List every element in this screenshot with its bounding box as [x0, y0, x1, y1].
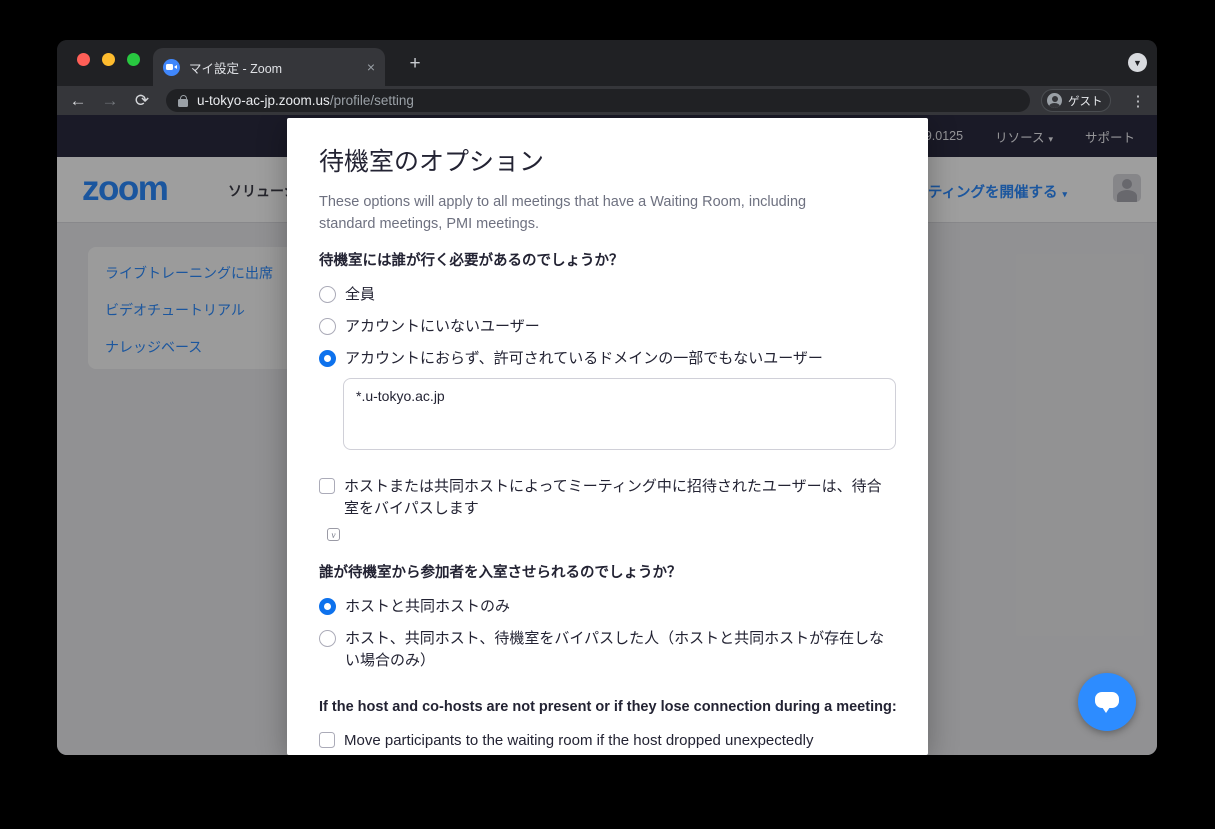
close-window-button[interactable] [77, 53, 90, 66]
browser-tab[interactable]: マイ設定 - Zoom × [153, 48, 385, 86]
q1-option-users-not-in-allowed-domains[interactable]: アカウントにおらず、許可されているドメインの一部でもないユーザー [319, 348, 823, 370]
radio-unselected-icon[interactable] [319, 630, 336, 647]
guest-avatar-icon [1047, 93, 1062, 108]
url-path: /profile/setting [330, 93, 414, 108]
back-button[interactable]: ← [64, 86, 92, 115]
chat-bubble-icon [1095, 692, 1119, 708]
reload-button[interactable]: ⟳ [128, 86, 156, 115]
lock-icon[interactable] [178, 95, 188, 107]
q3-heading: If the host and co-hosts are not present… [319, 696, 897, 718]
move-participants-checkbox-row[interactable]: Move participants to the waiting room if… [319, 730, 813, 752]
q1-option-everyone[interactable]: 全員 [319, 284, 375, 306]
tab-title: マイ設定 - Zoom [189, 58, 359, 77]
profile-button[interactable]: ゲスト [1041, 89, 1111, 112]
browser-menu-button[interactable]: ⋮ [1126, 86, 1150, 115]
radio-unselected-icon[interactable] [319, 318, 336, 335]
bypass-waiting-room-checkbox-row[interactable]: ホストまたは共同ホストによってミーティング中に招待されたユーザーは、待合室をバイ… [319, 476, 889, 520]
q1-heading: 待機室には誰が行く必要があるのでしょうか？ [319, 250, 624, 272]
radio-selected-icon[interactable] [319, 350, 336, 367]
q2-option-host-cohosts-only[interactable]: ホストと共同ホストのみ [319, 596, 510, 618]
url-bar[interactable]: u-tokyo-ac-jp.zoom.us /profile/setting [166, 89, 1030, 112]
zoom-favicon-icon [163, 59, 180, 76]
checkbox-unchecked-icon[interactable] [319, 732, 335, 748]
waiting-room-options-modal: 待機室のオプション These options will apply to al… [287, 118, 928, 755]
close-tab-icon[interactable]: × [367, 59, 375, 75]
new-tab-button[interactable]: + [403, 52, 427, 76]
modal-description: These options will apply to all meetings… [319, 191, 859, 235]
url-domain: u-tokyo-ac-jp.zoom.us [197, 93, 330, 108]
profile-label: ゲスト [1068, 93, 1103, 109]
radio-selected-icon[interactable] [319, 598, 336, 615]
page-viewport: 88.799.0125 リソース▾ サポート zoom ソリューション ミーティ… [57, 115, 1157, 755]
tab-strip: マイ設定 - Zoom × + ▼ [57, 40, 1157, 86]
allowed-domains-input[interactable]: *.u-tokyo.ac.jp [343, 378, 896, 450]
chat-support-button[interactable] [1078, 673, 1136, 731]
q1-option-users-not-in-account[interactable]: アカウントにいないユーザー [319, 316, 540, 338]
q2-option-host-cohosts-bypassers[interactable]: ホスト、共同ホスト、待機室をバイパスした人（ホストと共同ホストが存在しない場合の… [319, 628, 890, 672]
browser-window: マイ設定 - Zoom × + ▼ ← → ⟳ u-tokyo-ac-jp.zo… [57, 40, 1157, 755]
modal-title: 待機室のオプション [319, 142, 544, 178]
minimize-window-button[interactable] [102, 53, 115, 66]
radio-unselected-icon[interactable] [319, 286, 336, 303]
window-controls [77, 53, 140, 66]
browser-toolbar: ← → ⟳ u-tokyo-ac-jp.zoom.us /profile/set… [57, 86, 1157, 115]
q2-heading: 誰が待機室から参加者を入室させられるのでしょうか？ [319, 562, 682, 584]
checkbox-unchecked-icon[interactable] [319, 478, 335, 494]
broken-image-icon: v [327, 528, 340, 541]
maximize-window-button[interactable] [127, 53, 140, 66]
tab-search-button[interactable]: ▼ [1128, 53, 1147, 72]
forward-button[interactable]: → [96, 86, 124, 115]
